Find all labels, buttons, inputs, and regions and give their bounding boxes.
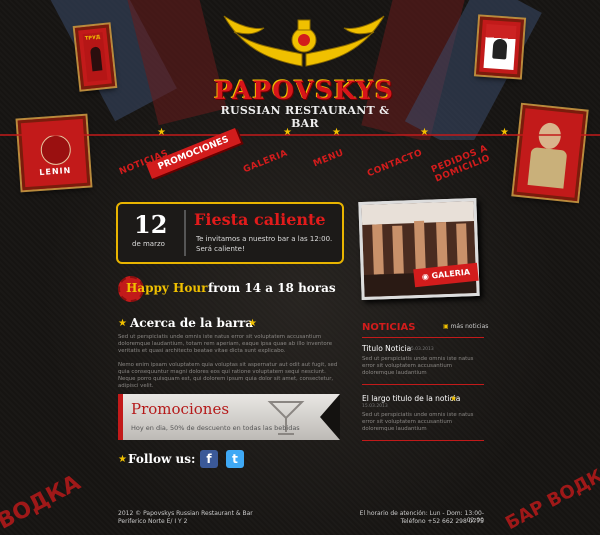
event-divider xyxy=(184,210,186,256)
facebook-icon[interactable]: f xyxy=(200,450,218,468)
news-title: NOTICIAS xyxy=(362,322,416,333)
about-paragraph-2: Nemo enim ipsam voluptatem quia voluptas… xyxy=(118,362,338,389)
twitter-icon[interactable]: t xyxy=(226,450,244,468)
poster-art xyxy=(521,112,579,194)
promo-banner-accent xyxy=(118,394,123,440)
eagle-logo-icon[interactable] xyxy=(214,6,394,86)
news-item-date: 15.03.2013 xyxy=(362,404,388,409)
logo-subtitle: RUSSIAN RESTAURANT & BAR xyxy=(220,104,390,130)
poster-caption: ТРУД xyxy=(84,34,101,42)
poster-art: ТРУД xyxy=(82,32,108,82)
star-icon: ★ xyxy=(420,127,429,138)
poster-top-right xyxy=(476,16,524,78)
star-icon: ★ xyxy=(157,127,166,138)
happy-hour-title: Happy Hour xyxy=(126,281,208,295)
about-title: Acerca de la barra xyxy=(130,316,254,330)
happy-hour-text: from 14 a 18 horas xyxy=(208,281,336,295)
star-icon: ★ xyxy=(118,318,127,329)
cocktail-icon xyxy=(267,401,305,435)
news-item-text: Sed ut perspiciatis unde omnis iste natu… xyxy=(362,412,474,432)
star-icon: ★ xyxy=(500,127,509,138)
news-icon: ▣ xyxy=(443,323,451,330)
event-text: Te invitamos a nuestro bar a las 12:00. … xyxy=(196,235,333,253)
gallery-label: GALERIA xyxy=(431,267,471,281)
footer-phone: Teléfono +52 662 298 0775 xyxy=(400,518,484,525)
promo-title[interactable]: Promociones xyxy=(131,400,229,418)
news-item-title[interactable]: Titulo Noticia xyxy=(362,344,411,353)
event-title[interactable]: Fiesta caliente xyxy=(194,210,326,229)
poster-caption: LENIN xyxy=(39,165,72,178)
footer: 2012 © Papovskys Russian Restaurant & Ba… xyxy=(0,500,600,535)
news-item-date: 15.03.2013 xyxy=(408,347,434,352)
event-day: 12 xyxy=(134,210,168,239)
star-icon: ★ xyxy=(248,318,257,329)
about-paragraph-1: Sed ut perspiciatis unde omnis iste natu… xyxy=(118,334,333,354)
more-news-label: más noticias xyxy=(450,323,489,330)
star-icon: ★ xyxy=(118,454,127,465)
star-icon: ★ xyxy=(283,127,292,138)
poster-stalin xyxy=(513,104,587,202)
poster-figure xyxy=(492,38,508,60)
poster-figure xyxy=(89,46,103,72)
poster-top-left: ТРУД xyxy=(74,24,116,90)
star-icon: ★ xyxy=(332,127,341,138)
event-card[interactable]: 12 de marzo Fiesta caliente Te invitamos… xyxy=(116,202,344,264)
footer-address: Periferico Norte E/ I Y 2 xyxy=(118,518,188,525)
poster-portrait-uniform xyxy=(527,147,568,189)
more-news-link[interactable]: ▣ más noticias xyxy=(443,323,488,330)
news-item-title[interactable]: El largo titulo de la noticia xyxy=(362,394,460,403)
poster-art xyxy=(483,24,517,70)
news-divider xyxy=(362,337,484,338)
promo-text: Hoy en dia, 50% de descuento en todas la… xyxy=(131,424,300,432)
star-icon: ★ xyxy=(450,394,458,403)
follow-label: Follow us: xyxy=(128,452,196,466)
news-divider xyxy=(362,440,484,441)
promo-banner-notch xyxy=(320,394,340,440)
logo-title[interactable]: PAPOVSKYS xyxy=(214,76,394,105)
news-divider xyxy=(362,384,484,385)
event-month: de marzo xyxy=(132,240,165,248)
poster-lenin: LENIN xyxy=(17,115,91,191)
footer-copyright: 2012 © Papovskys Russian Restaurant & Ba… xyxy=(118,510,253,517)
poster-portrait xyxy=(39,133,72,166)
nav-divider xyxy=(0,134,600,136)
news-item-text: Sed ut perspiciatis unde omnis iste natu… xyxy=(362,356,474,376)
